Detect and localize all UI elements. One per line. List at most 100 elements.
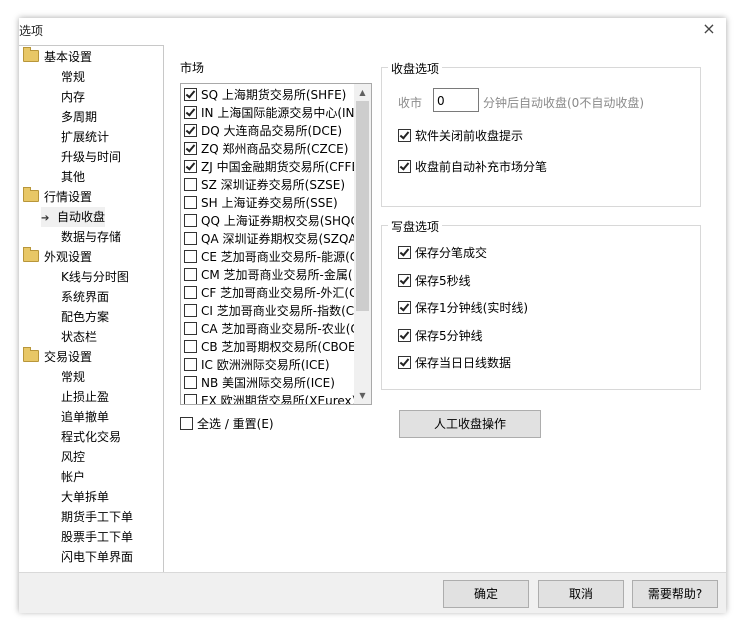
tree-item[interactable]: 状态栏 — [61, 327, 97, 347]
market-item[interactable]: SH 上海证券交易所(SSE) — [184, 194, 338, 212]
checkbox-icon[interactable] — [184, 178, 197, 191]
checkbox-checked-icon — [398, 356, 411, 369]
cancel-button[interactable]: 取消 — [538, 580, 624, 608]
supplement-ticks-checkbox[interactable]: 收盘前自动补充市场分笔 — [398, 158, 547, 176]
close-minutes-input[interactable]: 0 — [433, 88, 479, 112]
write-option-checkbox[interactable]: 保存5分钟线 — [398, 327, 483, 345]
tree-item[interactable]: 系统界面 — [61, 287, 109, 307]
tree-item[interactable]: 追单撤单 — [61, 407, 109, 427]
market-item[interactable]: CB 芝加哥期权交易所(CBOE — [184, 338, 356, 356]
close-icon[interactable]: × — [700, 20, 718, 38]
market-item[interactable]: QQ 上海证券期权交易(SHQO — [184, 212, 360, 230]
checkbox-icon[interactable] — [184, 232, 197, 245]
checkbox-checked-icon — [398, 246, 411, 259]
checkbox-checked-icon[interactable] — [184, 124, 197, 137]
checkbox-icon[interactable] — [184, 196, 197, 209]
checkbox-checked-icon[interactable] — [184, 142, 197, 155]
scroll-thumb[interactable] — [356, 101, 369, 311]
market-list-scrollbar[interactable]: ▲ ▼ — [354, 84, 371, 404]
help-button[interactable]: 需要帮助? — [632, 580, 718, 608]
tree-item[interactable]: 期货手工下单 — [61, 507, 133, 527]
write-option-label: 保存5分钟线 — [415, 328, 483, 343]
scroll-up-icon[interactable]: ▲ — [354, 84, 371, 101]
market-item-label: CF 芝加哥商业交易所-外汇(C — [201, 286, 358, 300]
tree-item[interactable]: 闪电下单界面 — [61, 547, 133, 567]
tree-item[interactable]: 止损止盈 — [61, 387, 109, 407]
tree-item[interactable]: 行情设置 — [23, 187, 92, 207]
market-item[interactable]: CM 芝加哥商业交易所-金属( — [184, 266, 353, 284]
market-item-label: IN 上海国际能源交易中心(IN — [201, 106, 355, 120]
checkbox-icon[interactable] — [184, 322, 197, 335]
write-option-checkbox[interactable]: 保存1分钟线(实时线) — [398, 299, 528, 317]
market-item[interactable]: SQ 上海期货交易所(SHFE) — [184, 86, 346, 104]
tree-item[interactable]: 大单拆单 — [61, 487, 109, 507]
ok-button[interactable]: 确定 — [443, 580, 529, 608]
market-list[interactable]: SQ 上海期货交易所(SHFE) IN 上海国际能源交易中心(IN DQ 大连商品交… — [180, 83, 372, 405]
checkbox-icon[interactable] — [184, 394, 197, 404]
market-item[interactable]: CF 芝加哥商业交易所-外汇(C — [184, 284, 358, 302]
settings-tree: 基本设置 常规 内存 多周期 扩展统计 升级与时间 其他 行情设置 ➔ 自动收盘 数据与存储 外观设置… — [19, 45, 164, 573]
market-item[interactable]: EX 欧洲期货交易所(XEurex) — [184, 392, 356, 404]
tree-item[interactable]: 其他 — [61, 167, 85, 187]
tree-item[interactable]: 常规 — [61, 367, 85, 387]
checkbox-icon[interactable] — [184, 268, 197, 281]
market-item-label: CA 芝加哥商业交易所-农业(C — [201, 322, 359, 336]
tree-item[interactable]: 股票手工下单 — [61, 527, 133, 547]
checkbox-icon[interactable] — [184, 214, 197, 227]
market-item[interactable]: CI 芝加哥商业交易所-指数(C — [184, 302, 354, 320]
checkbox-checked-icon — [398, 301, 411, 314]
market-item[interactable]: DQ 大连商品交易所(DCE) — [184, 122, 342, 140]
tree-item-label: 常规 — [61, 70, 86, 84]
tree-item-label: 系统界面 — [61, 290, 110, 304]
tree-item[interactable]: K线与分时图 — [61, 267, 129, 287]
tree-item[interactable]: 程式化交易 — [61, 427, 121, 447]
select-all-checkbox[interactable]: 全选 / 重置(E) — [180, 415, 274, 433]
tree-item[interactable]: 交易设置 — [23, 347, 92, 367]
tree-item-label: 止损止盈 — [61, 390, 110, 404]
market-item[interactable]: ZQ 郑州商品交易所(CZCE) — [184, 140, 348, 158]
write-option-checkbox[interactable]: 保存5秒线 — [398, 272, 471, 290]
checkbox-icon[interactable] — [184, 376, 197, 389]
write-option-checkbox[interactable]: 保存当日日线数据 — [398, 354, 511, 372]
market-item[interactable]: QA 深圳证券期权交易(SZQA — [184, 230, 357, 248]
tree-item[interactable]: 外观设置 — [23, 247, 92, 267]
market-item[interactable]: ZJ 中国金融期货交易所(CFFE — [184, 158, 359, 176]
tree-item[interactable]: 数据与存储 — [61, 227, 121, 247]
tree-item[interactable]: 常规 — [61, 67, 85, 87]
dialog-footer: 确定 取消 需要帮助? — [19, 572, 726, 613]
market-item[interactable]: CA 芝加哥商业交易所-农业(C — [184, 320, 359, 338]
tree-item[interactable]: 内存 — [61, 87, 85, 107]
tree-item[interactable]: 升级与时间 — [61, 147, 121, 167]
checkbox-icon[interactable] — [184, 340, 197, 353]
tree-item-label: 数据与存储 — [61, 230, 122, 244]
write-option-label: 保存1分钟线(实时线) — [415, 301, 528, 315]
tree-item[interactable]: 多周期 — [61, 107, 97, 127]
tree-item[interactable]: 配色方案 — [61, 307, 109, 327]
market-item-label: IC 欧洲洲际交易所(ICE) — [201, 358, 330, 372]
scroll-down-icon[interactable]: ▼ — [354, 387, 371, 404]
checkbox-icon[interactable] — [184, 250, 197, 263]
checkbox-icon[interactable] — [184, 286, 197, 299]
tree-item-label: 程式化交易 — [61, 430, 122, 444]
market-item[interactable]: CE 芝加哥商业交易所-能源(C — [184, 248, 358, 266]
manual-close-button[interactable]: 人工收盘操作 — [399, 410, 541, 438]
tree-item[interactable]: 帐户 — [61, 467, 85, 487]
tree-item[interactable]: 扩展统计 — [61, 127, 109, 147]
tree-item[interactable]: 基本设置 — [23, 47, 92, 67]
write-option-label: 保存分笔成交 — [415, 246, 488, 260]
write-option-label: 保存5秒线 — [415, 273, 471, 288]
checkbox-icon[interactable] — [184, 358, 197, 371]
checkbox-icon[interactable] — [184, 304, 197, 317]
tree-item-label: 内存 — [61, 90, 86, 104]
tree-item[interactable]: ➔ 自动收盘 — [41, 207, 106, 227]
write-option-checkbox[interactable]: 保存分笔成交 — [398, 244, 487, 262]
market-item[interactable]: NB 美国洲际交易所(ICE) — [184, 374, 335, 392]
close-prompt-checkbox[interactable]: 软件关闭前收盘提示 — [398, 127, 523, 145]
market-item[interactable]: IC 欧洲洲际交易所(ICE) — [184, 356, 330, 374]
checkbox-checked-icon[interactable] — [184, 160, 197, 173]
checkbox-checked-icon[interactable] — [184, 88, 197, 101]
market-item[interactable]: IN 上海国际能源交易中心(IN — [184, 104, 355, 122]
market-item[interactable]: SZ 深圳证券交易所(SZSE) — [184, 176, 345, 194]
checkbox-checked-icon[interactable] — [184, 106, 197, 119]
tree-item[interactable]: 风控 — [61, 447, 85, 467]
